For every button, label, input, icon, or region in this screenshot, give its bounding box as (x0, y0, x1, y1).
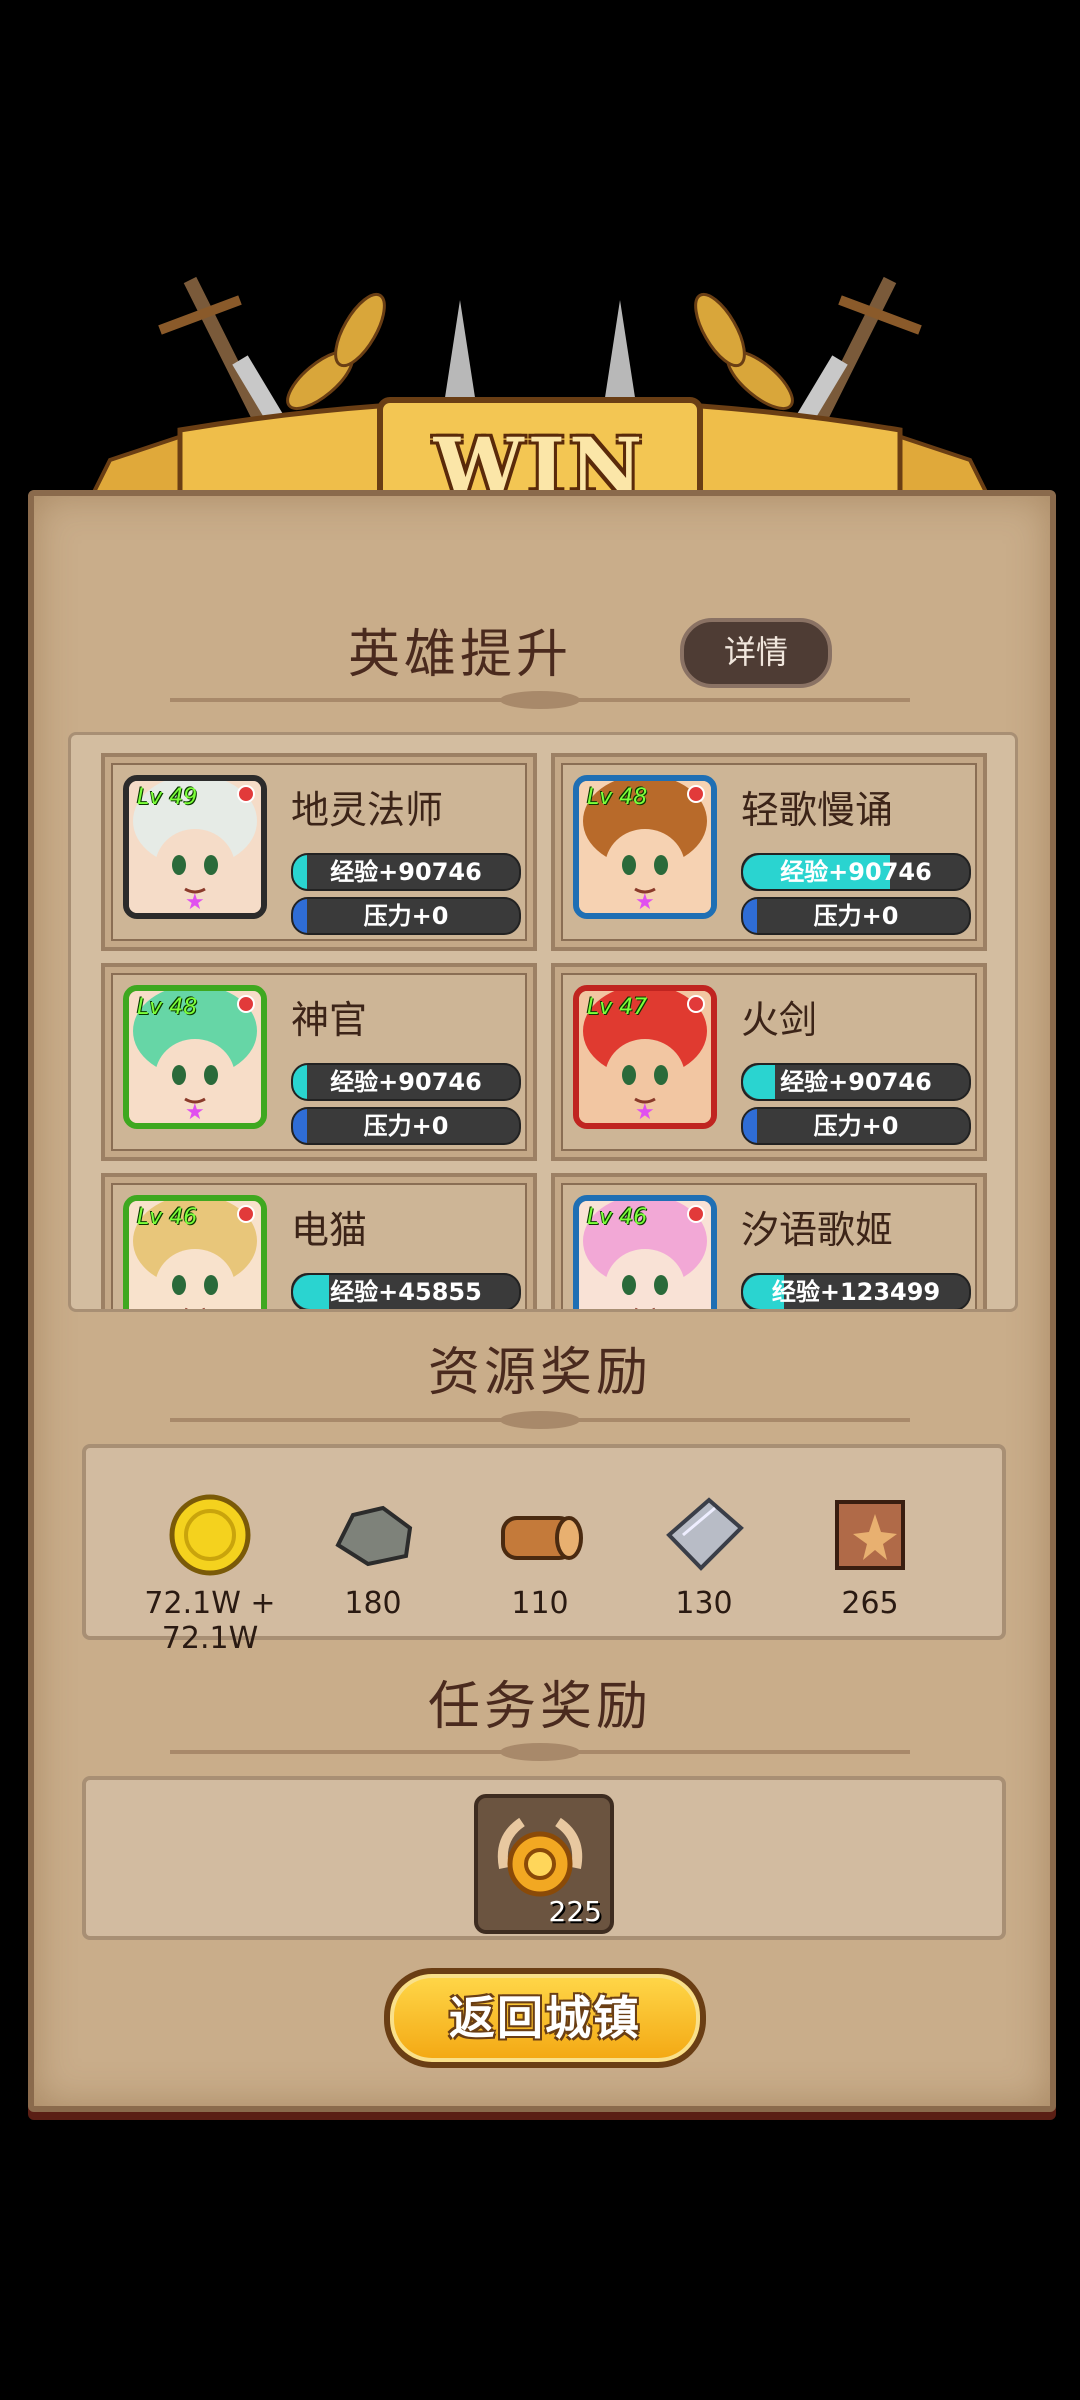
hero-pressure-bar: 压力+0 (291, 1107, 521, 1145)
reward-gold[interactable]: 72.1W + 72.1W (130, 1490, 290, 1656)
hero-exp-bar: 经验+90746 (291, 853, 521, 891)
hero-card[interactable]: Lv 48 ★ 神官 经验+90746 压力+0 (101, 963, 537, 1161)
notification-dot-icon (237, 995, 255, 1013)
notification-dot-icon (687, 785, 705, 803)
reward-gold-amount: 72.1W + 72.1W (144, 1586, 276, 1656)
hero-pressure-bar: 压力+0 (741, 1107, 971, 1145)
reward-iron-amount: 130 (675, 1586, 733, 1621)
task-title-ornament (170, 1743, 910, 1761)
ore-stone-icon (328, 1490, 418, 1580)
resource-section-title: 资源奖励 (427, 1343, 652, 1403)
star-icon: ★ (635, 890, 655, 915)
notification-dot-icon (687, 1205, 705, 1223)
hero-pressure-bar: 压力+0 (291, 897, 521, 935)
hero-pressure-text: 压力+0 (363, 902, 449, 930)
hero-portrait[interactable]: Lv 46 ★ (573, 1195, 717, 1312)
star-icon: ★ (185, 1310, 205, 1312)
reward-wood[interactable]: 110 (460, 1490, 620, 1621)
hero-exp-text: 经验+45855 (330, 1278, 482, 1306)
hero-exp-bar: 经验+90746 (291, 1063, 521, 1101)
hero-card[interactable]: Lv 46 ★ 汐语歌姬 经验+123499 压力+0 (551, 1173, 987, 1312)
hero-card[interactable]: Lv 47 ★ 火剑 经验+90746 压力+0 (551, 963, 987, 1161)
hero-exp-text: 经验+90746 (330, 858, 482, 886)
hero-name: 汐语歌姬 (741, 1208, 894, 1252)
hero-exp-text: 经验+123499 (771, 1278, 941, 1306)
hero-card[interactable]: Lv 46 ★ 电猫 经验+45855 压力+0 (101, 1173, 537, 1312)
gold-coin-icon (165, 1490, 255, 1580)
hero-portrait[interactable]: Lv 47 ★ (573, 985, 717, 1129)
hero-list[interactable]: Lv 49 ★ 地灵法师 经验+90746 压力+0 Lv 48 ★ 轻歌慢诵 … (68, 732, 1018, 1312)
reward-ore[interactable]: 180 (293, 1490, 453, 1621)
hero-portrait[interactable]: Lv 48 ★ (123, 985, 267, 1129)
iron-plate-icon (659, 1490, 749, 1580)
hero-pressure-text: 压力+0 (813, 1112, 899, 1140)
hero-name: 神官 (291, 998, 368, 1042)
task-section-title: 任务奖励 (427, 1677, 652, 1737)
star-icon: ★ (635, 1100, 655, 1125)
hero-title-ornament (170, 691, 910, 709)
hero-level: Lv 46 (137, 1205, 198, 1230)
hero-level: Lv 46 (587, 1205, 648, 1230)
leather-hide-icon (825, 1490, 915, 1580)
details-button[interactable]: 详情 (680, 618, 832, 688)
hero-exp-text: 经验+90746 (780, 858, 932, 886)
star-icon: ★ (185, 1100, 205, 1125)
hero-level: Lv 48 (587, 785, 648, 810)
notification-dot-icon (687, 995, 705, 1013)
hero-section-title-text: 英雄提升 (347, 625, 572, 685)
hero-level: Lv 48 (137, 995, 198, 1020)
task-reward-amount: 225 (548, 1895, 602, 1928)
notification-dot-icon (237, 785, 255, 803)
hero-card[interactable]: Lv 48 ★ 轻歌慢诵 经验+90746 压力+0 (551, 753, 987, 951)
reward-ore-amount: 180 (344, 1586, 402, 1621)
hero-card[interactable]: Lv 49 ★ 地灵法师 经验+90746 压力+0 (101, 753, 537, 951)
resource-title-ornament (170, 1411, 910, 1429)
hero-pressure-bar: 压力+0 (741, 897, 971, 935)
hero-exp-bar: 经验+90746 (741, 1063, 971, 1101)
task-reward-item[interactable]: 225 (474, 1794, 614, 1934)
hero-pressure-text: 压力+0 (363, 1112, 449, 1140)
notification-dot-icon (237, 1205, 255, 1223)
hero-name: 轻歌慢诵 (741, 788, 894, 832)
reward-iron[interactable]: 130 (624, 1490, 784, 1621)
hero-portrait[interactable]: Lv 46 ★ (123, 1195, 267, 1312)
hero-name: 火剑 (741, 998, 818, 1042)
hero-exp-text: 经验+90746 (330, 1068, 482, 1096)
reward-leather-amount: 265 (841, 1586, 899, 1621)
hero-level: Lv 49 (137, 785, 198, 810)
hero-section-title: 英雄提升 (0, 612, 1080, 687)
hero-level: Lv 47 (587, 995, 648, 1020)
return-to-town-button[interactable]: 返回城镇 (384, 1968, 706, 2068)
wood-log-icon (495, 1490, 585, 1580)
reward-wood-amount: 110 (511, 1586, 569, 1621)
hero-exp-bar: 经验+123499 (741, 1273, 971, 1309)
reward-leather[interactable]: 265 (790, 1490, 950, 1621)
hero-exp-bar: 经验+45855 (291, 1273, 521, 1309)
hero-portrait[interactable]: Lv 48 ★ (573, 775, 717, 919)
hero-portrait[interactable]: Lv 49 ★ (123, 775, 267, 919)
hero-exp-bar: 经验+90746 (741, 853, 971, 891)
star-icon: ★ (185, 890, 205, 915)
hero-name: 地灵法师 (291, 788, 444, 832)
hero-name: 电猫 (291, 1208, 368, 1252)
star-icon: ★ (635, 1310, 655, 1312)
hero-pressure-text: 压力+0 (813, 902, 899, 930)
hero-exp-text: 经验+90746 (780, 1068, 932, 1096)
